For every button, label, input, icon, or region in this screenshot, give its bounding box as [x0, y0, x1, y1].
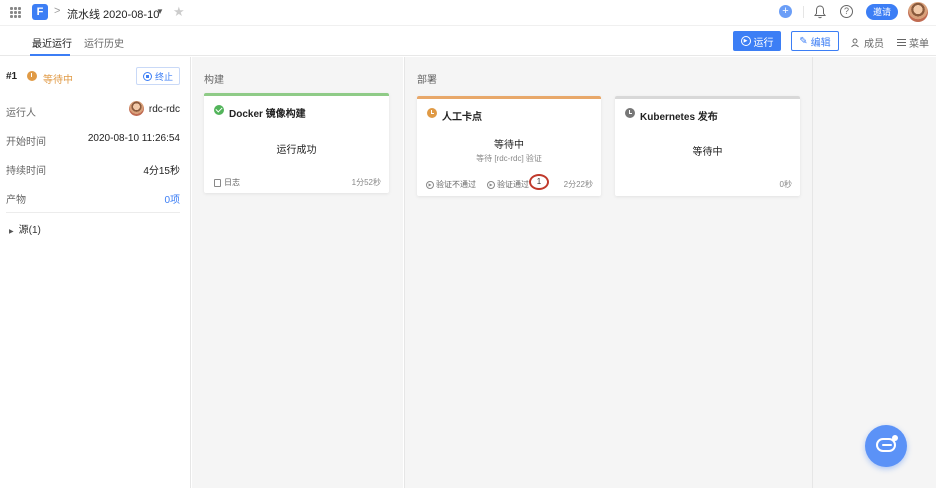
members-link[interactable]: 成员 [851, 35, 884, 50]
help-icon[interactable]: ? [840, 5, 853, 18]
tab-bar: 最近运行 运行历史 ▶ 运行 ✎ 编辑 成员 菜单 [0, 26, 936, 56]
invite-button[interactable]: 邀请 [866, 4, 898, 20]
run-button-label: 运行 [753, 37, 774, 49]
pending-count-badge: 1 [529, 174, 549, 190]
play-icon: ▶ [487, 180, 495, 189]
reject-label: 验证不通过 [436, 180, 476, 189]
run-detail-panel: #1 等待中 终止 运行人 rdc-rdc 开始时间 2020-08-10 11… [0, 57, 191, 488]
clock-icon [27, 71, 37, 81]
approve-button[interactable]: ▶ 验证通过 [487, 179, 529, 190]
edit-button[interactable]: ✎ 编辑 [791, 31, 839, 51]
log-link[interactable]: 日志 [214, 177, 240, 188]
stage-build: 构建 Docker 镜像构建 运行成功 日志 1分52秒 [192, 57, 403, 488]
runner-avatar [129, 101, 144, 116]
bell-icon[interactable] [814, 5, 826, 19]
stage-title: 构建 [204, 75, 224, 86]
tab-recent-runs[interactable]: 最近运行 [32, 35, 72, 50]
source-toggle[interactable]: ▶ 源(1) [9, 221, 41, 236]
runner-value: rdc-rdc [148, 104, 180, 115]
menu-icon [897, 39, 906, 46]
job-name: Docker 镜像构建 [229, 109, 306, 120]
job-duration: 1分52秒 [351, 178, 381, 187]
job-card-docker-build[interactable]: Docker 镜像构建 运行成功 日志 1分52秒 [204, 93, 389, 193]
runner-label: 运行人 [6, 108, 36, 119]
runner-row: 运行人 rdc-rdc [6, 101, 180, 119]
job-status: 等待中 [494, 140, 524, 151]
clock-icon [427, 108, 437, 118]
run-button[interactable]: ▶ 运行 [733, 31, 781, 51]
start-time-row: 开始时间 2020-08-10 11:26:54 [6, 133, 180, 148]
menu-label: 菜单 [909, 39, 929, 50]
job-name: 人工卡点 [442, 112, 482, 123]
members-label: 成员 [864, 39, 884, 50]
caret-down-icon[interactable]: ▼ [156, 7, 164, 16]
app-logo[interactable]: F [32, 4, 48, 20]
job-status: 等待中 [692, 147, 723, 158]
job-substatus: 等待 [rdc-rdc] 验证 [476, 154, 542, 163]
job-accent-bar [204, 93, 389, 96]
stop-button[interactable]: 终止 [136, 67, 180, 85]
stage-title: 部署 [417, 75, 437, 86]
clock-icon [625, 108, 635, 118]
chat-dot-icon [892, 435, 898, 441]
reject-button[interactable]: ▶ 验证不通过 [426, 179, 476, 190]
divider [803, 6, 804, 18]
top-bar: F > 流水线 2020-08-10 ▼ ★ + ? 邀请 [0, 0, 936, 26]
active-tab-indicator [30, 54, 70, 56]
job-duration: 0秒 [779, 180, 792, 189]
duration-row: 持续时间 4分15秒 [6, 162, 180, 177]
duration-label: 持续时间 [6, 166, 46, 177]
menu-link[interactable]: 菜单 [897, 35, 929, 50]
source-label: 源(1) [18, 225, 41, 236]
tab-run-history[interactable]: 运行历史 [84, 35, 124, 50]
job-duration: 2分22秒 [563, 180, 593, 189]
apps-grid-icon[interactable] [10, 7, 21, 18]
job-accent-bar [417, 96, 601, 99]
pencil-icon: ✎ [799, 35, 808, 47]
stage-deploy: 部署 人工卡点 等待中 等待 [rdc-rdc] 验证 ▶ 验证不通过 ▶ 验证… [404, 57, 812, 488]
start-time-value: 2020-08-10 11:26:54 [87, 133, 180, 144]
user-avatar[interactable] [908, 2, 928, 22]
approve-label: 验证通过 [497, 180, 529, 189]
members-icon [851, 38, 859, 47]
empty-stage-area [812, 57, 936, 488]
chat-button[interactable] [865, 425, 907, 467]
job-accent-bar [615, 96, 800, 99]
log-icon [214, 178, 221, 187]
run-number: #1 [6, 71, 18, 82]
caret-right-icon: ▶ [9, 229, 14, 235]
star-icon[interactable]: ★ [173, 4, 185, 20]
job-name: Kubernetes 发布 [640, 112, 718, 123]
start-time-label: 开始时间 [6, 137, 46, 148]
artifacts-link[interactable]: 0项 [164, 191, 180, 206]
log-label: 日志 [224, 178, 240, 187]
pipeline-title[interactable]: 流水线 2020-08-10 [67, 6, 159, 22]
add-icon[interactable]: + [779, 5, 792, 18]
artifacts-row: 产物 0项 [6, 191, 180, 206]
job-card-kubernetes-deploy[interactable]: Kubernetes 发布 等待中 0秒 [615, 96, 800, 196]
duration-value: 4分15秒 [143, 166, 180, 177]
check-icon [214, 105, 224, 115]
stop-button-label: 终止 [154, 71, 173, 82]
job-card-manual-gate[interactable]: 人工卡点 等待中 等待 [rdc-rdc] 验证 ▶ 验证不通过 ▶ 验证通过 … [417, 96, 601, 196]
breadcrumb-separator: > [54, 5, 61, 17]
play-icon: ▶ [740, 36, 751, 46]
artifacts-label: 产物 [6, 195, 26, 206]
job-status: 运行成功 [276, 145, 317, 156]
play-icon: ▶ [426, 180, 434, 189]
edit-button-label: 编辑 [810, 37, 831, 49]
run-status: 等待中 [43, 75, 73, 86]
stop-icon [142, 71, 152, 81]
divider [6, 212, 180, 213]
